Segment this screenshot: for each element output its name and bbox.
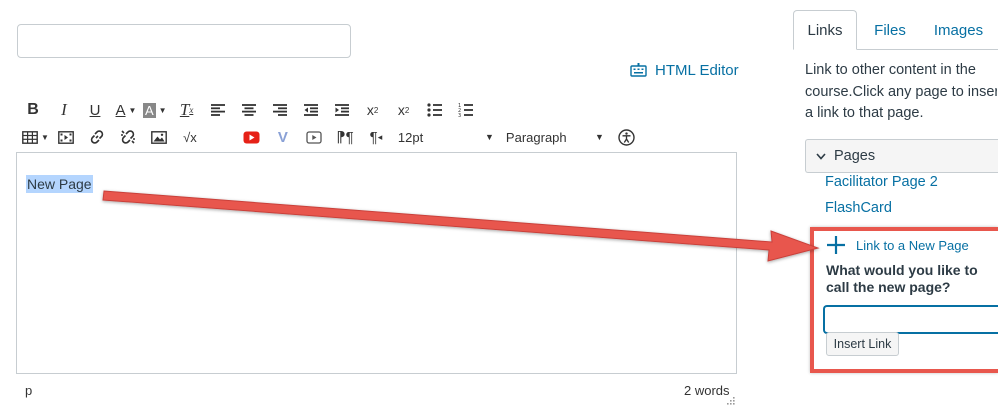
plus-icon [827, 236, 845, 254]
html-editor-toggle[interactable]: HTML Editor [630, 60, 739, 80]
insert-toolbar: ▼ √x V ⁋¶ ¶ ◂ 12pt ▼ Paragraph ▼ [22, 124, 647, 150]
vimeo-icon[interactable]: V [272, 125, 294, 149]
resize-handle-icon[interactable] [724, 394, 736, 406]
pages-accordion[interactable]: Pages [805, 139, 998, 173]
link-to-new-page[interactable]: Link to a New Page [826, 235, 969, 255]
numbered-list-icon[interactable]: 123 [455, 98, 477, 122]
description-line: course.Click any page to insert [805, 83, 997, 100]
ltr-icon[interactable]: ⁋¶ [334, 125, 356, 149]
bold-icon[interactable]: B [22, 98, 44, 122]
links-description: Link to other content in the course.Clic… [805, 60, 997, 125]
equation-icon[interactable]: √x [179, 125, 201, 149]
unlink-icon[interactable] [117, 125, 139, 149]
clear-formatting-icon[interactable]: Tx [176, 98, 198, 122]
description-line: a link to that page. [805, 105, 924, 121]
video-icon[interactable] [303, 125, 325, 149]
image-icon[interactable] [148, 125, 170, 149]
background-color-icon[interactable]: A ▼ [143, 98, 167, 122]
pages-label: Pages [834, 148, 876, 164]
chevron-down-icon: ▼ [128, 105, 137, 115]
table-icon[interactable]: ▼ [22, 125, 49, 149]
new-page-name-input[interactable] [823, 305, 998, 334]
underline-icon[interactable]: U [84, 98, 106, 122]
html-editor-label: HTML Editor [655, 61, 739, 79]
insert-link-button[interactable]: Insert Link [826, 332, 899, 356]
align-left-icon[interactable] [207, 98, 229, 122]
page-link-flashcard[interactable]: FlashCard [825, 200, 892, 216]
selected-editor-text[interactable]: New Page [26, 175, 93, 193]
bullet-list-icon[interactable] [424, 98, 446, 122]
rich-content-editor[interactable]: New Page [16, 152, 737, 374]
subscript-icon[interactable]: x2 [393, 98, 415, 122]
chevron-down-icon: ▼ [158, 105, 167, 115]
rtl-icon[interactable]: ¶ ◂ [365, 125, 387, 149]
align-right-icon[interactable] [269, 98, 291, 122]
font-size-value: 12pt [397, 129, 424, 145]
page-title-input[interactable] [17, 24, 351, 58]
youtube-icon[interactable] [241, 125, 263, 149]
media-icon[interactable] [55, 125, 77, 149]
description-line: Link to other content in the [805, 62, 976, 78]
link-icon[interactable] [86, 125, 108, 149]
chevron-down-icon: ▼ [595, 132, 604, 142]
block-format-select[interactable]: Paragraph ▼ [506, 125, 604, 149]
content-tabs: Links Files Images [793, 10, 998, 50]
outdent-icon[interactable] [300, 98, 322, 122]
tab-links[interactable]: Links [793, 10, 857, 50]
chevron-down-icon: ▼ [41, 132, 49, 142]
formatting-toolbar: B I U A ▼ A ▼ Tx x2 x2 123 [22, 97, 486, 123]
align-center-icon[interactable] [238, 98, 260, 122]
word-count: 2 words [684, 383, 730, 398]
tab-files[interactable]: Files [859, 10, 921, 50]
chevron-down-icon: ▼ [485, 132, 494, 142]
tab-images[interactable]: Images [926, 10, 991, 50]
keyboard-icon [630, 63, 647, 77]
svg-text:3: 3 [458, 113, 461, 117]
block-format-value: Paragraph [505, 129, 567, 145]
font-size-select[interactable]: 12pt ▼ [398, 125, 494, 149]
accessibility-icon[interactable] [616, 125, 638, 149]
page-link-facilitator-page-2[interactable]: Facilitator Page 2 [825, 174, 938, 190]
chevron-down-icon [816, 152, 826, 160]
italic-icon[interactable]: I [53, 98, 75, 122]
link-to-new-page-label: Link to a New Page [856, 237, 969, 253]
superscript-icon[interactable]: x2 [362, 98, 384, 122]
tabs-divider [857, 49, 998, 50]
indent-icon[interactable] [331, 98, 353, 122]
element-path[interactable]: p [25, 383, 32, 398]
text-color-icon[interactable]: A ▼ [115, 98, 137, 122]
new-page-question: What would you like to call the new page… [826, 262, 978, 295]
